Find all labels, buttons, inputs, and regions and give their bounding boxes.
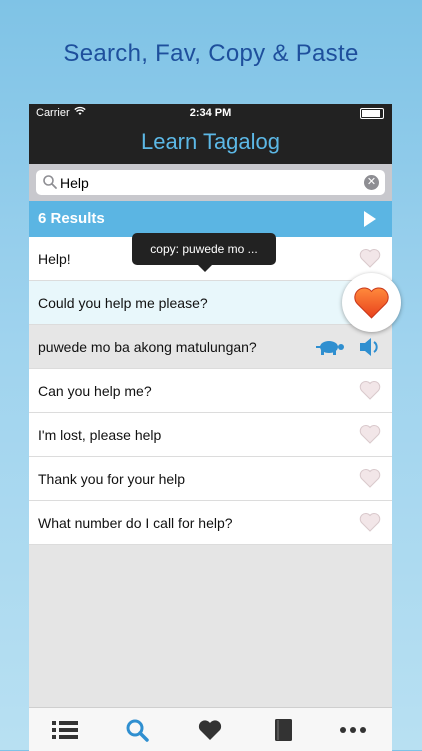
copy-tooltip[interactable]: copy: puwede mo ...	[132, 233, 276, 272]
list-item[interactable]: What number do I call for help?	[29, 501, 392, 545]
phone-screen: Carrier 2:34 PM Learn Tagalog ✕ 6 Result…	[29, 104, 401, 751]
search-field[interactable]: ✕	[36, 170, 385, 195]
play-icon[interactable]	[364, 211, 376, 227]
phrase-text: Thank you for your help	[38, 471, 186, 487]
phrase-text: I'm lost, please help	[38, 427, 162, 443]
heart-icon[interactable]	[358, 378, 382, 402]
search-input[interactable]	[60, 173, 360, 192]
list-item[interactable]: Thank you for your help	[29, 457, 392, 501]
heart-icon[interactable]	[358, 422, 382, 446]
promo-headline: Search, Fav, Copy & Paste	[63, 40, 359, 67]
search-icon[interactable]	[124, 718, 152, 742]
status-time: 2:34 PM	[189, 107, 232, 119]
list-item[interactable]: Can you help me?	[29, 369, 392, 413]
heart-icon[interactable]	[196, 718, 224, 742]
nav-title: Learn Tagalog	[140, 129, 281, 154]
status-bar: Carrier 2:34 PM	[29, 104, 392, 122]
results-count: 6 Results	[38, 210, 105, 227]
heart-icon[interactable]	[358, 510, 382, 534]
translation-text: puwede mo ba akong matulungan?	[38, 339, 257, 355]
magnifier-icon	[43, 175, 57, 189]
search-bar: ✕	[29, 164, 392, 201]
tab-bar	[29, 707, 392, 751]
results-bar: 6 Results	[29, 201, 392, 237]
phrase-text: Can you help me?	[38, 383, 152, 399]
phrase-text: Could you help me please?	[38, 295, 208, 311]
more-icon[interactable]	[339, 718, 367, 742]
book-icon[interactable]	[269, 718, 297, 742]
phrase-text: What number do I call for help?	[38, 515, 233, 531]
heart-icon	[354, 287, 389, 319]
battery-icon	[360, 108, 384, 119]
heart-icon[interactable]	[358, 246, 382, 270]
heart-icon[interactable]	[358, 466, 382, 490]
list-item-selected[interactable]: Could you help me please?	[29, 281, 392, 325]
turtle-slow-icon[interactable]	[315, 337, 345, 357]
list-icon[interactable]	[51, 718, 79, 742]
phrase-text: Help!	[38, 251, 71, 267]
clear-icon[interactable]: ✕	[364, 175, 379, 190]
nav-bar: Learn Tagalog	[29, 122, 392, 164]
results-list: Help! Could you help me please? puwede m…	[29, 237, 392, 545]
favorite-heart-button[interactable]	[342, 273, 401, 332]
tooltip-text: copy: puwede mo ...	[150, 242, 258, 256]
list-item[interactable]: I'm lost, please help	[29, 413, 392, 457]
translation-row[interactable]: puwede mo ba akong matulungan?	[29, 325, 392, 369]
speaker-icon[interactable]	[358, 336, 382, 358]
